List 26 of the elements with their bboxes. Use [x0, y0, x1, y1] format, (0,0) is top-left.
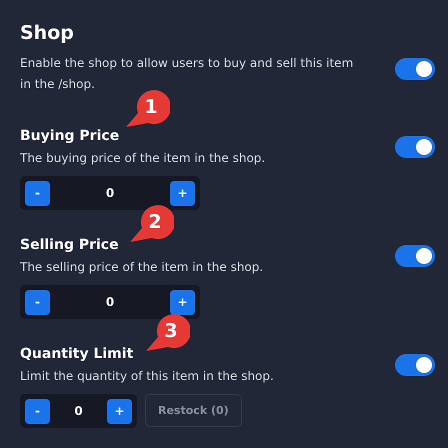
stepper-value: 0	[74, 404, 83, 418]
section-title: Shop	[20, 21, 74, 46]
toggle-switch[interactable]	[395, 244, 435, 266]
setting-description: Limit the quantity of this item in the shop.	[20, 368, 274, 385]
toggle-switch[interactable]	[395, 58, 435, 80]
decrement-button[interactable]: -	[25, 398, 50, 424]
setting-title: Buying Price	[20, 127, 120, 146]
setting-description: The selling price of the item in the shop.	[20, 259, 264, 276]
number-stepper[interactable]: - 0 +	[20, 285, 200, 319]
setting-description: The buying price of the item in the shop.	[20, 150, 266, 167]
stepper-value: 0	[106, 295, 114, 309]
increment-button[interactable]: +	[170, 180, 195, 206]
toggle-switch[interactable]	[395, 354, 435, 376]
decrement-button[interactable]: -	[25, 180, 50, 206]
number-stepper[interactable]: - 0 +	[20, 176, 200, 210]
numbered-callout: 3	[144, 313, 190, 353]
setting-title: Quantity Limit	[20, 345, 134, 364]
increment-button[interactable]: +	[106, 398, 132, 424]
toggle-switch[interactable]	[395, 136, 435, 158]
number-stepper[interactable]: - 0 +	[20, 394, 137, 428]
increment-button[interactable]: +	[170, 290, 195, 314]
numbered-callout: 2	[128, 204, 174, 244]
numbered-callout: 1	[124, 89, 170, 129]
decrement-button[interactable]: -	[25, 290, 50, 314]
stepper-value: 0	[106, 186, 114, 200]
setting-title: Selling Price	[20, 236, 119, 255]
